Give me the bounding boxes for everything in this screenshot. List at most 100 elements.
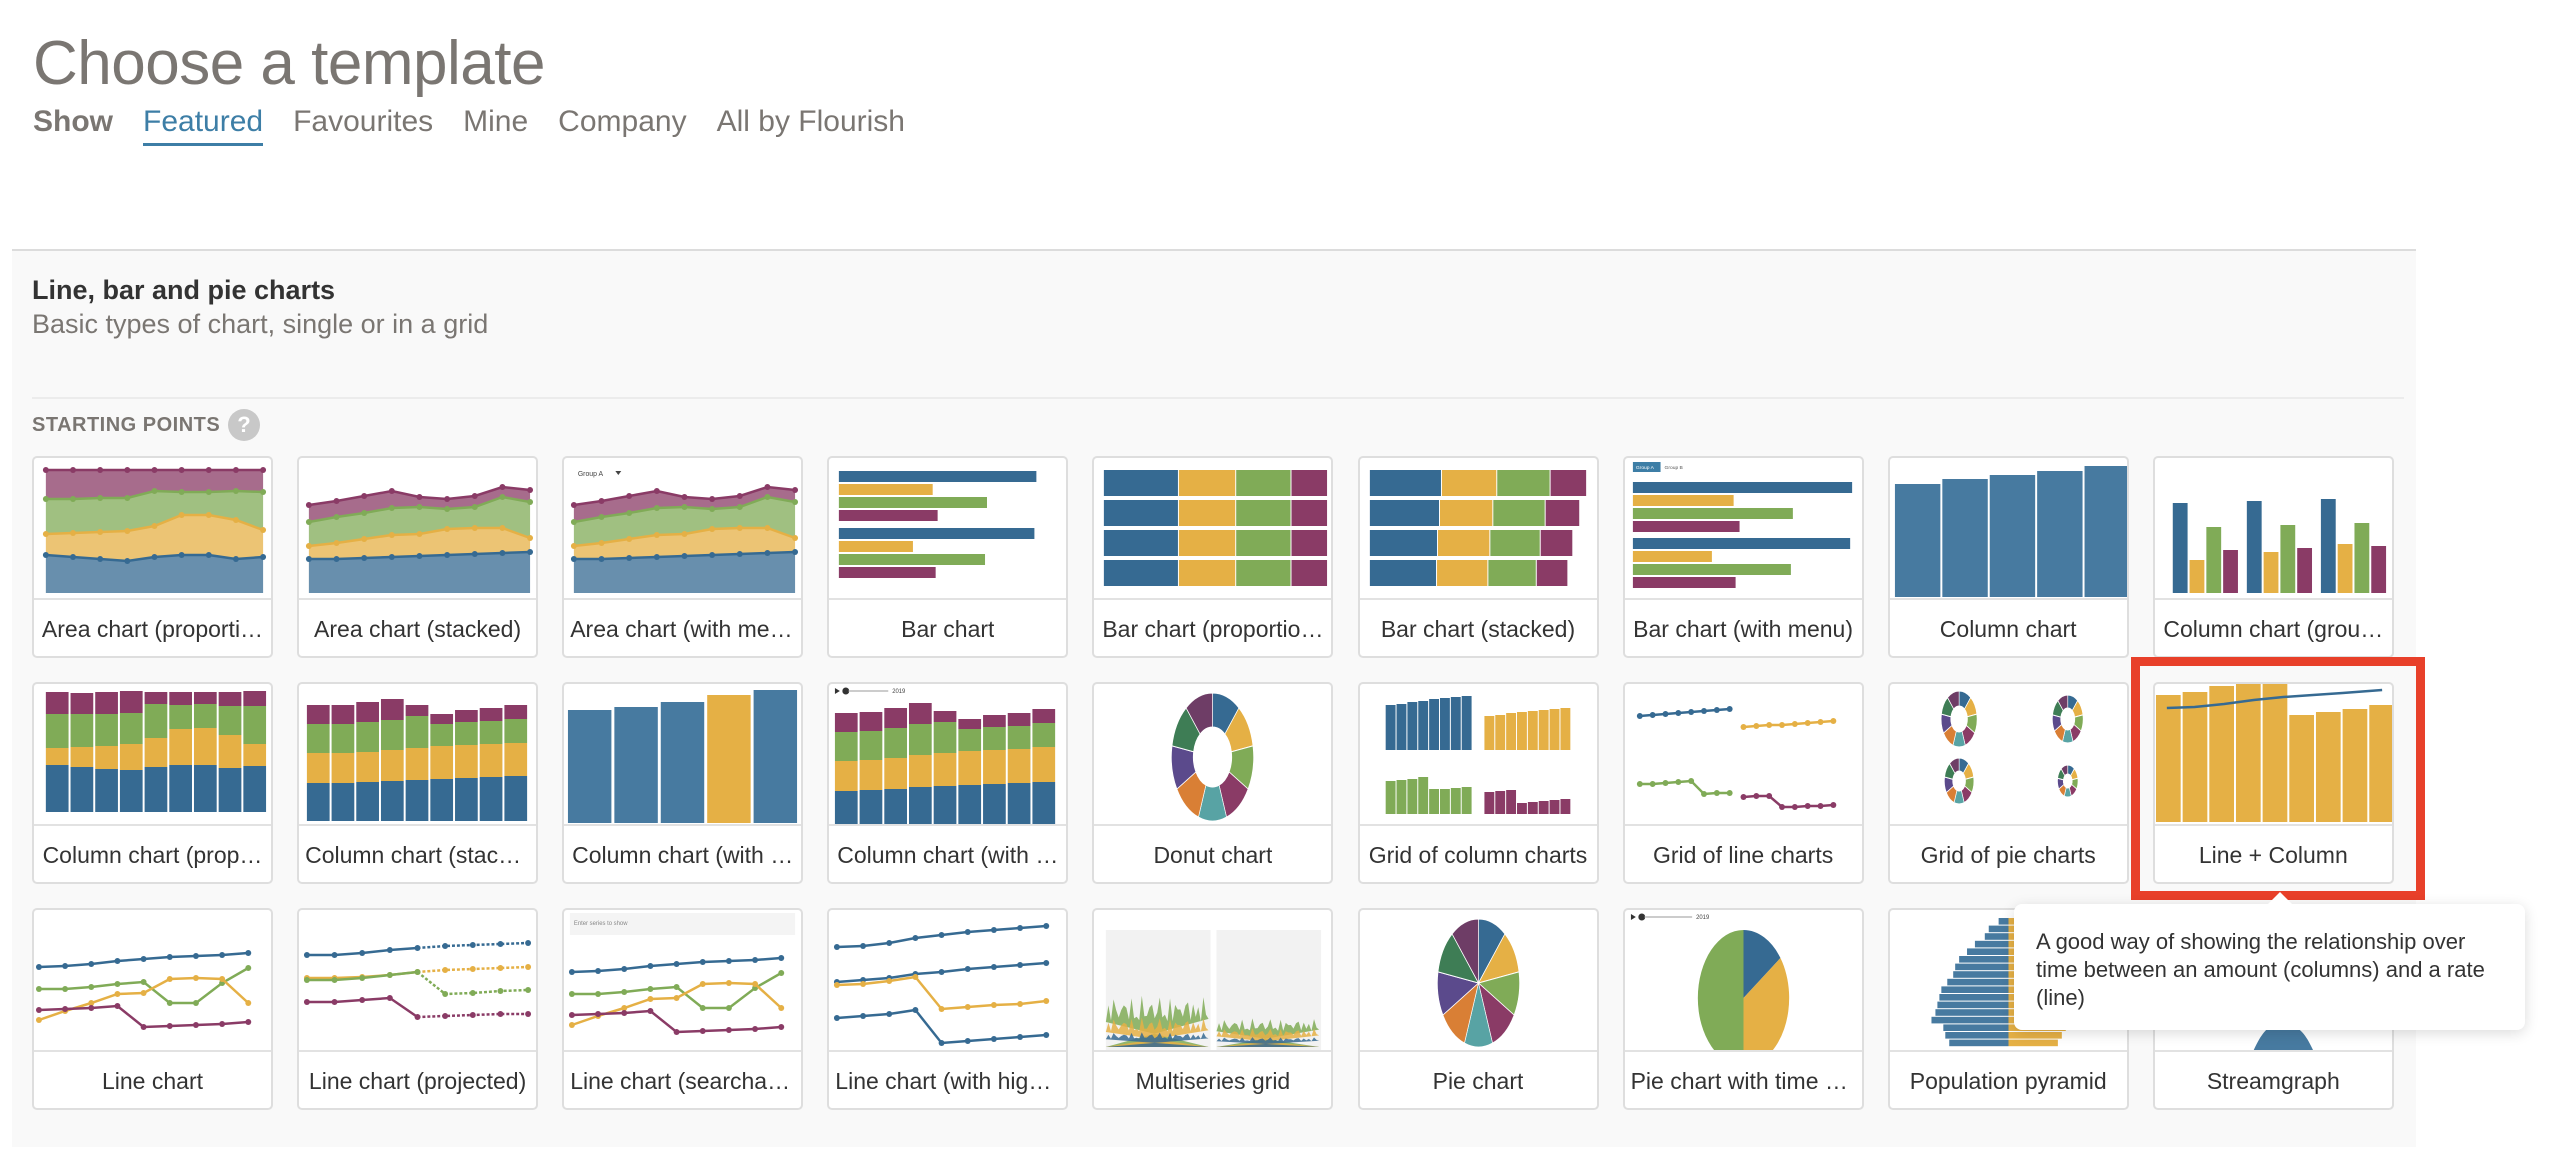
thumb-point [359, 950, 366, 956]
thumb-bar [2235, 684, 2261, 822]
template-label: Bar chart (stacked) [1380, 615, 1576, 642]
thumb-point [124, 467, 131, 473]
thumb-bar [243, 766, 267, 812]
template-card-column-proportional[interactable]: Column chart (prop… [32, 682, 273, 884]
thumb-point [1752, 793, 1759, 799]
template-thumbnail [1094, 910, 1332, 1052]
thumb-point [792, 487, 799, 493]
template-card-column-highlight[interactable]: Column chart (with … [562, 682, 804, 884]
template-card-column-stacked[interactable]: Column chart (stack… [297, 682, 539, 884]
thumb-point [166, 1023, 173, 1029]
thumb-bar [1550, 470, 1586, 496]
template-card-line-highlight[interactable]: Line chart (with high… [827, 908, 1069, 1110]
thumb-bar [119, 744, 143, 770]
tab-mine[interactable]: Mine [463, 105, 528, 143]
thumb-bar [660, 702, 705, 823]
thumb-point [388, 505, 395, 511]
template-card-line[interactable]: Line chart [32, 908, 273, 1110]
help-icon[interactable]: ? [228, 409, 261, 441]
thumb-bar [958, 719, 982, 729]
thumb-bar [1998, 918, 2009, 925]
thumb-point [886, 978, 893, 984]
thumb-point [834, 1015, 841, 1021]
thumb-bar [479, 721, 503, 744]
thumb-point [1662, 711, 1669, 717]
template-card-bar-proportional[interactable]: Bar chart (proportio… [1092, 456, 1334, 658]
thumb-point [938, 1040, 945, 1046]
template-card-line-column[interactable]: Line + Column [2152, 682, 2394, 884]
thumb-bar [1549, 800, 1559, 814]
template-card-area-menu[interactable]: Group A Area chart (with menu) [562, 456, 804, 658]
template-card-column[interactable]: Column chart [1887, 456, 2129, 658]
thumb-point [726, 1027, 733, 1033]
thumb-point [912, 1007, 919, 1013]
thumb-point [938, 932, 945, 938]
template-card-area-stacked[interactable]: Area chart (stacked) [297, 456, 539, 658]
tab-favourites[interactable]: Favourites [293, 105, 433, 143]
thumb-bar [381, 699, 404, 720]
template-card-grid-pie[interactable]: Grid of pie charts [1887, 682, 2129, 884]
template-card-grid-column[interactable]: Grid of column charts [1357, 682, 1599, 884]
thumb-bar [909, 787, 932, 824]
play-icon [835, 688, 841, 694]
thumb-point [598, 498, 605, 504]
thumb-bar [1179, 500, 1236, 526]
thumb-point [97, 467, 104, 473]
template-card-bar[interactable]: Bar chart [827, 456, 1069, 658]
template-card-area-proportional[interactable]: Area chart (proporti… [32, 456, 273, 658]
template-filter-tabs: Show Featured Favourites Mine Company Al… [33, 105, 905, 146]
template-card-grid-line[interactable]: Grid of line charts [1622, 682, 1864, 884]
thumb-year: 2019 [892, 689, 906, 695]
thumb-bar [933, 722, 957, 753]
thumb-bar [1989, 475, 2035, 597]
template-card-bar-menu[interactable]: Group A Group B Bar chart (with menu) [1622, 456, 1864, 658]
thumb-point [442, 1013, 449, 1019]
thumb-bar [1632, 577, 1736, 588]
thumbnail-chart [306, 699, 528, 821]
thumbnail-chart [568, 690, 798, 823]
thumb-point [912, 974, 919, 980]
template-label-wrap: Line + Column [2155, 826, 2392, 882]
thumb-bar [933, 753, 957, 786]
template-card-pie-time[interactable]: 2019 Pie chart with time s… [1622, 908, 1864, 1110]
template-label-wrap: Pie chart with time s… [1625, 1052, 1862, 1108]
template-thumbnail [299, 684, 537, 826]
thumb-point [764, 484, 771, 490]
thumb-point [205, 512, 212, 518]
thumb-bar [1505, 713, 1516, 750]
thumb-point [333, 498, 340, 504]
thumbnail-chart [1385, 696, 1570, 814]
template-card-line-projected[interactable]: Line chart (projected) [297, 908, 539, 1110]
template-card-column-grouped[interactable]: Column chart (grou… [2152, 456, 2394, 658]
tab-featured[interactable]: Featured [143, 105, 264, 146]
template-label: Multiseries grid [1135, 1067, 1291, 1094]
thumb-point [306, 519, 312, 525]
template-card-pie[interactable]: Pie chart [1357, 908, 1599, 1110]
thumb-bar [1549, 709, 1559, 750]
template-card-multiseries[interactable]: Multiseries grid [1092, 908, 1334, 1110]
thumb-point [726, 980, 733, 986]
thumb-bar [1952, 971, 2009, 978]
tab-company[interactable]: Company [558, 105, 686, 143]
template-card-line-search[interactable]: Enter series to show Line chart (searchab… [562, 908, 804, 1110]
thumb-bar [70, 693, 94, 714]
thumb-bar [1396, 704, 1406, 750]
thumb-bar [1104, 560, 1179, 586]
template-thumbnail: 2019 [1624, 910, 1862, 1052]
thumb-bar [144, 738, 168, 767]
template-label: Line chart (with high… [835, 1067, 1061, 1094]
tab-all-by-flourish[interactable]: All by Flourish [717, 105, 905, 143]
thumb-point [114, 958, 121, 964]
thumb-bar [1236, 560, 1291, 586]
template-label-wrap: Area chart (proporti… [34, 600, 271, 656]
thumb-bar [1439, 789, 1450, 814]
template-card-column-time[interactable]: 2019 Column chart (with … [827, 682, 1069, 884]
thumb-point [647, 996, 654, 1002]
template-card-donut[interactable]: Donut chart [1092, 682, 1334, 884]
thumb-bar [1632, 538, 1850, 549]
thumb-bar [356, 702, 380, 722]
thumb-bar [95, 714, 118, 746]
thumb-bar [218, 735, 242, 768]
template-card-bar-stacked[interactable]: Bar chart (stacked) [1357, 456, 1599, 658]
thumb-point [178, 467, 185, 473]
